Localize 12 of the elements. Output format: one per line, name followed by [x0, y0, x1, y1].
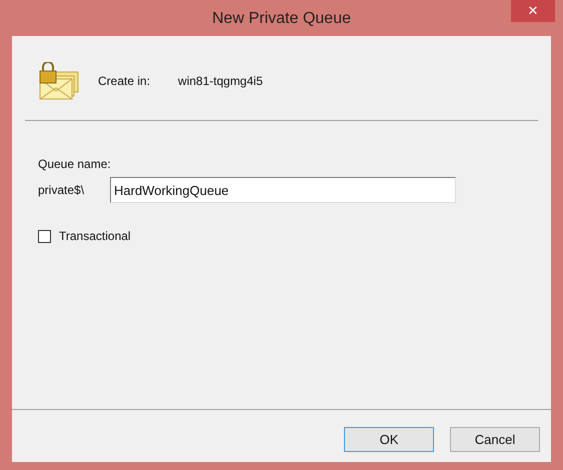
window-title: New Private Queue — [212, 9, 351, 29]
close-button[interactable]: ✕ — [511, 0, 555, 22]
locked-envelope-icon — [38, 62, 80, 100]
dialog-button[interactable]: OK — [344, 427, 434, 452]
create-in-label: Create in: — [98, 73, 150, 90]
queue-prefix: private$\ — [38, 182, 86, 199]
transactional-label: Transactional — [59, 228, 131, 245]
queue-name-label: Queue name: — [38, 156, 112, 173]
transactional-checkbox[interactable] — [38, 230, 51, 242]
dialog-button[interactable]: Cancel — [450, 427, 540, 452]
create-in-value: win81-tqgmg4i5 — [178, 73, 263, 90]
queue-name-field[interactable]: HardWorkingQueue — [110, 177, 456, 203]
